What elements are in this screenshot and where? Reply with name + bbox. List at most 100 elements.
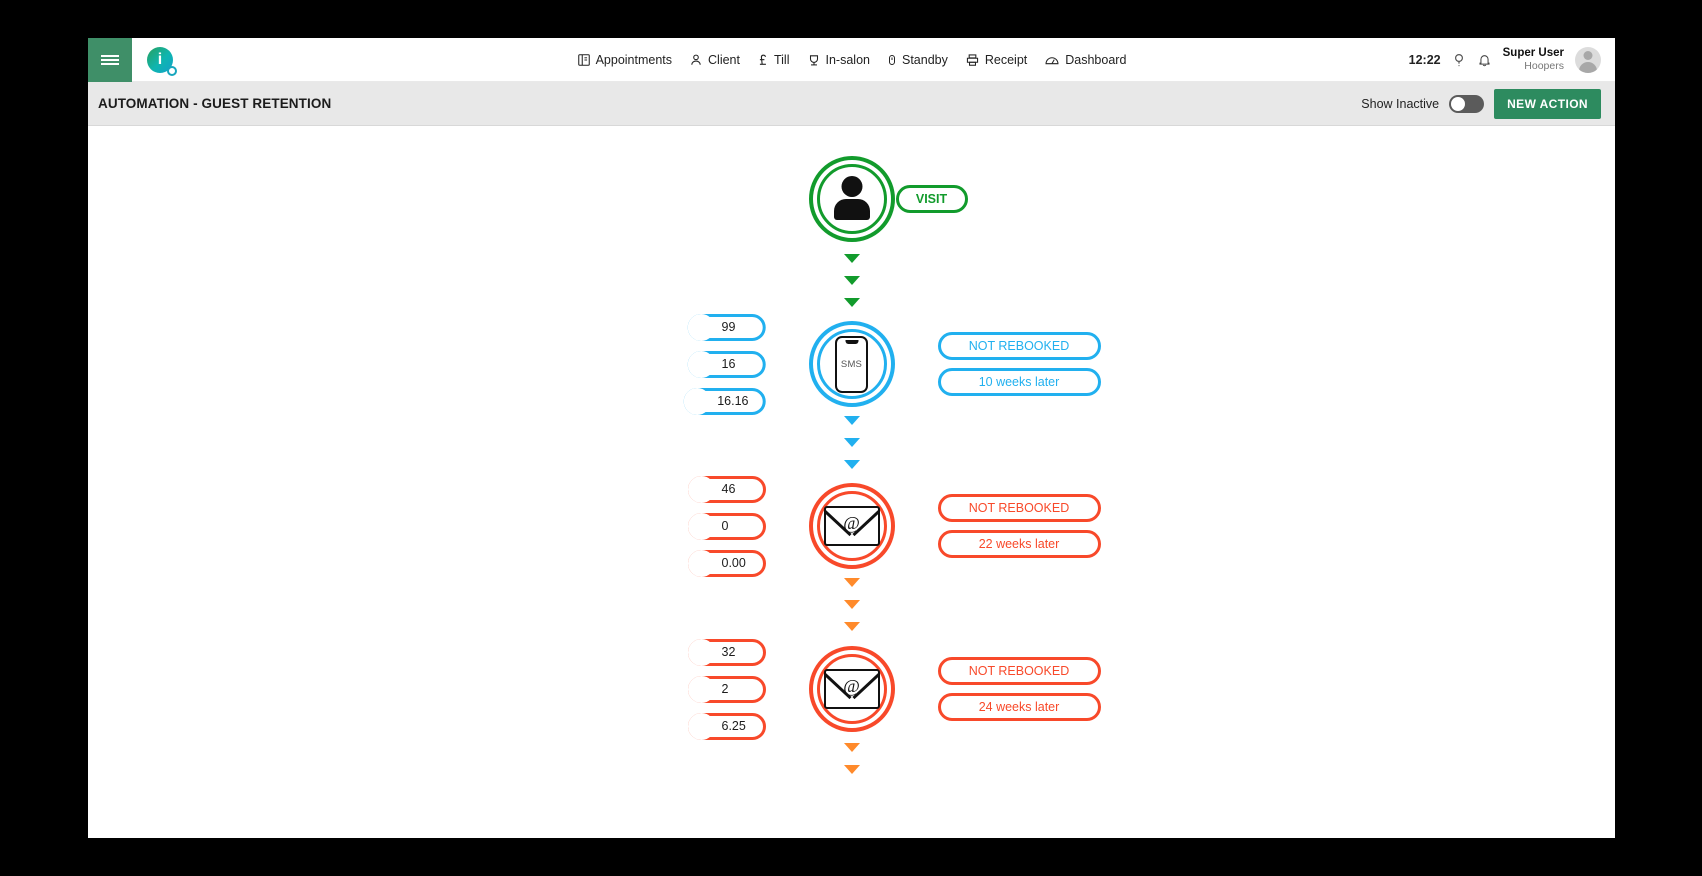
nav-item-till[interactable]: Till [757, 53, 790, 67]
flow-node-sms[interactable]: 99 16 16.16 SMS NOT REBOOKED 10 weeks la… [88, 313, 1615, 415]
book-icon [577, 53, 590, 66]
percent-icon [687, 549, 715, 577]
flow-arrows-start [88, 254, 1615, 320]
percent-icon [683, 387, 711, 415]
stat-value: 16 [721, 357, 736, 371]
node-stats-sms: 99 16 16.16 [683, 313, 766, 415]
sms-node-circle[interactable]: SMS [808, 321, 895, 407]
app-window: Appointments Client Till [88, 38, 1615, 838]
flow-node-email-22[interactable]: 46 0 0.00 @ NOT REBOOKED 22 weeks later [88, 475, 1615, 577]
arrow-down-icon [843, 298, 860, 307]
stat-sent[interactable]: 46 [687, 475, 766, 503]
nav-item-appointments[interactable]: Appointments [577, 53, 672, 67]
stat-percent[interactable]: 6.25 [687, 712, 766, 740]
nav-item-receipt[interactable]: Receipt [965, 53, 1027, 67]
user-org: Hoopers [1524, 60, 1564, 73]
node-label-timing[interactable]: 24 weeks later [937, 693, 1101, 721]
stat-percent[interactable]: 0.00 [687, 549, 766, 577]
nav-item-label: Appointments [595, 52, 673, 67]
node-stats-email-22: 46 0 0.00 [687, 475, 766, 577]
arrow-down-icon [843, 416, 860, 425]
stat-value: 46 [721, 482, 736, 496]
user-info[interactable]: Super User Hoopers [1503, 47, 1564, 72]
show-inactive-toggle[interactable] [1449, 94, 1485, 113]
show-inactive-label: Show Inactive [1361, 96, 1440, 111]
stat-value: 2 [721, 682, 729, 696]
new-action-button[interactable]: NEW ACTION [1494, 88, 1601, 119]
nav-item-standby[interactable]: Standby [887, 53, 948, 67]
printer-icon [966, 53, 978, 66]
sms-phone-icon: SMS [835, 335, 868, 393]
bell-icon[interactable] [1477, 52, 1492, 68]
flow-arrows-after-email-24 [88, 743, 1615, 787]
nav-item-label: Standby [901, 52, 948, 67]
stat-value: 0 [721, 519, 729, 533]
node-labels-sms: NOT REBOOKED 10 weeks later [937, 332, 1101, 396]
stat-rebooked[interactable]: 0 [687, 512, 766, 540]
email-node-circle[interactable]: @ [808, 483, 895, 569]
standby-icon [888, 54, 895, 65]
nav-item-label: Dashboard [1065, 52, 1127, 67]
refresh-icon [687, 512, 715, 540]
nav-item-label: In-salon [825, 52, 870, 67]
arrow-right-icon [687, 313, 715, 341]
node-label-condition[interactable]: NOT REBOOKED [937, 657, 1101, 685]
toggle-knob [1451, 96, 1466, 111]
arrow-right-icon [687, 475, 715, 503]
nav-item-in-salon[interactable]: In-salon [807, 53, 870, 67]
arrow-down-icon [843, 254, 860, 263]
sms-icon-text: SMS [840, 358, 863, 370]
clock-time: 12:22 [1408, 52, 1441, 67]
stat-sent[interactable]: 99 [687, 313, 766, 341]
app-logo[interactable] [132, 38, 188, 82]
arrow-down-icon [843, 743, 860, 752]
flow-start-node[interactable]: VISIT [88, 156, 1615, 242]
stat-rebooked[interactable]: 16 [687, 350, 766, 378]
stat-value: 0.00 [721, 556, 746, 570]
top-navigation-bar: Appointments Client Till [88, 38, 1615, 82]
nav-item-dashboard[interactable]: Dashboard [1044, 53, 1126, 67]
flow-node-email-24[interactable]: 32 2 6.25 @ NOT REBOOKED 24 weeks later [88, 638, 1615, 740]
arrow-down-icon [843, 276, 860, 285]
stat-percent[interactable]: 16.16 [683, 387, 766, 415]
refresh-icon [687, 675, 715, 703]
page-title: AUTOMATION - GUEST RETENTION [98, 96, 332, 111]
node-label-condition[interactable]: NOT REBOOKED [937, 332, 1101, 360]
stat-value: 6.25 [721, 719, 746, 733]
nav-item-label: Till [773, 52, 790, 67]
hamburger-menu-icon[interactable] [88, 38, 132, 82]
arrow-down-icon [843, 578, 860, 587]
nav-item-label: Receipt [984, 52, 1028, 67]
node-labels-email-22: NOT REBOOKED 22 weeks later [937, 494, 1101, 558]
email-node-circle[interactable]: @ [808, 646, 895, 732]
stat-value: 32 [721, 645, 736, 659]
nav-items-group: Appointments Client Till In-salon Standb… [88, 53, 1615, 67]
help-icon[interactable] [1452, 52, 1466, 68]
refresh-icon [687, 350, 715, 378]
visit-node-circle[interactable] [808, 156, 895, 242]
chair-icon [809, 54, 818, 65]
email-icon: @ [823, 506, 880, 546]
visit-label[interactable]: VISIT [895, 185, 968, 213]
automation-flow-canvas: VISIT 99 16 16.16 SMS NOT REBOOKED 10 we… [88, 126, 1615, 838]
avatar[interactable] [1575, 46, 1601, 73]
email-icon: @ [823, 669, 880, 709]
page-header-bar: AUTOMATION - GUEST RETENTION Show Inacti… [88, 82, 1615, 126]
arrow-down-icon [843, 600, 860, 609]
stat-value: 99 [721, 320, 736, 334]
person-icon [691, 54, 701, 65]
node-label-timing[interactable]: 22 weeks later [937, 530, 1101, 558]
pound-icon [759, 54, 767, 65]
stat-value: 16.16 [717, 394, 749, 408]
stat-rebooked[interactable]: 2 [687, 675, 766, 703]
node-label-timing[interactable]: 10 weeks later [937, 368, 1101, 396]
arrow-down-icon [843, 765, 860, 774]
arrow-down-icon [843, 622, 860, 631]
node-labels-email-24: NOT REBOOKED 24 weeks later [937, 657, 1101, 721]
stat-sent[interactable]: 32 [687, 638, 766, 666]
nav-item-label: Client [708, 52, 740, 67]
nav-item-client[interactable]: Client [689, 53, 740, 67]
node-label-condition[interactable]: NOT REBOOKED [937, 494, 1101, 522]
node-stats-email-24: 32 2 6.25 [687, 638, 766, 740]
arrow-down-icon [843, 460, 860, 469]
